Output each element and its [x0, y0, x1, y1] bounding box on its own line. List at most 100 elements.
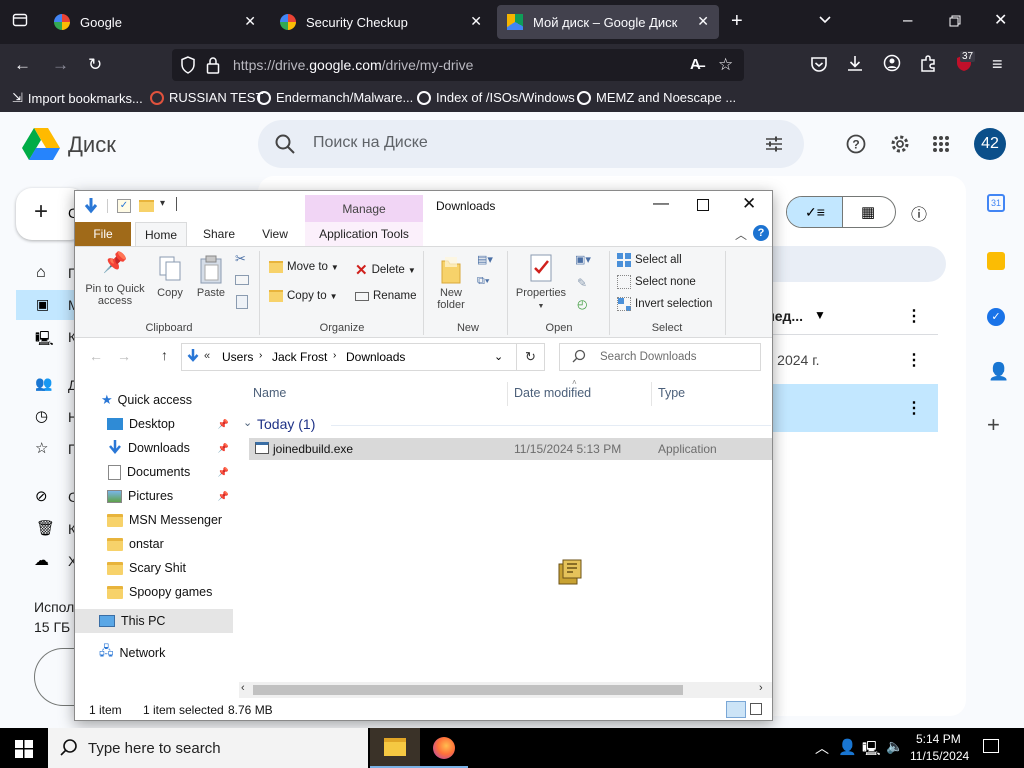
storage-cloud-icon[interactable]: ☁ [34, 551, 49, 569]
horizontal-scrollbar[interactable]: ‹ › [239, 682, 772, 698]
url-text[interactable]: https://drive.google.com/drive/my-drive [233, 57, 473, 73]
bookmark-isos[interactable]: Index of /ISOs/Windows [417, 90, 575, 105]
edit-icon[interactable]: ✎ [577, 276, 587, 290]
search-icon[interactable] [274, 133, 296, 158]
lock-icon[interactable] [206, 56, 220, 79]
delete-button[interactable]: ✕ Delete ▼ [355, 261, 416, 279]
grid-view-button[interactable]: ▦ [842, 197, 895, 227]
menu-icon[interactable]: ≡ [992, 54, 1003, 74]
breadcrumb-users[interactable]: Users [222, 350, 253, 364]
add-addon-icon[interactable]: + [987, 412, 1000, 438]
taskbar-file-explorer[interactable] [370, 728, 420, 768]
tab-home[interactable]: Home [135, 222, 187, 246]
more-options-icon[interactable]: ⋮ [906, 350, 922, 370]
pin-to-quick-access-button[interactable]: 📌 Pin to Quick access [81, 253, 149, 307]
help-icon[interactable]: ? [753, 225, 769, 241]
details-view-icon[interactable] [726, 701, 746, 718]
bookmark-endermanch[interactable]: Endermanch/Malware... [257, 90, 413, 105]
new-folder-small-icon[interactable] [139, 200, 154, 212]
rename-button[interactable]: Rename [355, 290, 416, 302]
bookmark-star-icon[interactable]: ☆ [718, 55, 733, 75]
avatar[interactable]: 42 [974, 128, 1006, 160]
tab-share[interactable]: Share [193, 222, 245, 246]
open-icon[interactable]: ▣▾ [575, 253, 591, 266]
nav-network[interactable]: 🖧 Network [75, 641, 233, 665]
new-tab-icon[interactable]: + [731, 11, 743, 31]
cut-icon[interactable]: ✂ [235, 251, 246, 267]
select-none-button[interactable]: Select none [617, 275, 696, 289]
list-all-tabs-icon[interactable] [818, 12, 832, 32]
scroll-right-icon[interactable]: › [759, 682, 763, 694]
column-separator[interactable] [651, 382, 652, 406]
pocket-icon[interactable] [810, 55, 828, 78]
nav-quick-access[interactable]: ★ Quick access [75, 388, 233, 412]
tasks-icon[interactable]: ✓ [987, 308, 1005, 326]
notifications-icon[interactable] [983, 739, 999, 753]
computers-icon[interactable]: 🖳 [35, 328, 54, 352]
info-icon[interactable]: ⓘ [911, 201, 927, 225]
help-icon[interactable]: ? [846, 134, 866, 157]
trash-icon[interactable]: 🗑 [36, 519, 55, 537]
scroll-thumb[interactable] [253, 685, 683, 695]
minimize-icon[interactable]: — [653, 195, 669, 213]
extensions-icon[interactable] [919, 54, 937, 77]
downloads-icon[interactable] [846, 54, 864, 77]
minimize-icon[interactable]: – [903, 10, 912, 30]
close-tab-icon[interactable]: ✕ [470, 13, 482, 30]
breadcrumb-sep-icon[interactable]: › [259, 350, 262, 361]
new-folder-button[interactable]: New folder [429, 255, 473, 311]
tab-my-drive[interactable]: Мой диск – Google Диск ✕ [497, 5, 719, 39]
clock-date[interactable]: 11/15/2024 [910, 749, 969, 763]
bookmark-russian-test[interactable]: RUSSIAN TEST [150, 90, 263, 105]
column-header-name[interactable]: Name [253, 386, 286, 400]
calendar-icon[interactable]: 31 [987, 194, 1005, 212]
new-item-icon[interactable]: ▤▾ [477, 253, 493, 266]
copy-to-button[interactable]: Copy to ▼ [269, 290, 338, 302]
nav-scary-shit[interactable]: Scary Shit [75, 556, 233, 580]
keep-icon[interactable] [987, 252, 1005, 270]
tab-file[interactable]: File [75, 222, 131, 246]
tray-app-icon[interactable]: 👤 [838, 738, 857, 756]
select-all-button[interactable]: Select all [617, 253, 682, 267]
apps-grid-icon[interactable] [932, 135, 950, 156]
nav-msn-messenger[interactable]: MSN Messenger [75, 508, 233, 532]
file-row[interactable]: joinedbuild.exe 11/15/2024 5:13 PM Appli… [249, 438, 772, 460]
nav-this-pc[interactable]: This PC [75, 609, 233, 633]
reload-icon[interactable]: ↻ [88, 55, 102, 75]
manage-context-tab[interactable]: Manage [305, 195, 423, 222]
shield-icon[interactable] [180, 56, 196, 79]
explorer-title-bar[interactable]: ✓ ▾ Manage Downloads — ✕ [75, 191, 772, 222]
starred-icon[interactable]: ☆ [35, 439, 48, 457]
paste-button[interactable]: Paste [193, 255, 229, 299]
close-tab-icon[interactable]: ✕ [244, 13, 256, 30]
close-window-icon[interactable]: ✕ [742, 194, 756, 214]
list-view-button[interactable]: ✓≡ [787, 197, 842, 227]
drive-scrollbar[interactable] [952, 296, 960, 706]
spam-icon[interactable]: ⊘ [35, 487, 48, 505]
forward-arrow-icon[interactable]: → [117, 348, 131, 364]
large-icons-view-icon[interactable] [750, 703, 762, 715]
more-options-icon[interactable]: ⋮ [906, 398, 922, 418]
easy-access-icon[interactable]: ⧉▾ [477, 275, 489, 288]
tab-list-icon[interactable] [12, 12, 28, 33]
nav-pictures[interactable]: Pictures 📌 [75, 484, 233, 508]
invert-selection-button[interactable]: Invert selection [617, 297, 712, 311]
bookmark-memz[interactable]: MEMZ and Noescape ... [577, 90, 736, 105]
more-options-icon[interactable]: ⋮ [906, 306, 922, 326]
paste-shortcut-icon[interactable] [236, 295, 248, 309]
network-tray-icon[interactable]: 🖳 [862, 738, 881, 762]
url-bar[interactable]: https://drive.google.com/drive/my-drive … [172, 49, 744, 81]
column-header-date[interactable]: Date modified [514, 386, 591, 400]
properties-button[interactable]: Properties ▼ [513, 253, 569, 313]
tab-view[interactable]: View [249, 222, 301, 246]
copy-path-icon[interactable] [235, 275, 249, 285]
group-collapse-icon[interactable]: ⌄ [243, 416, 252, 429]
nav-desktop[interactable]: Desktop 📌 [75, 412, 233, 436]
column-header-type[interactable]: Type [658, 386, 685, 400]
back-icon[interactable]: ← [14, 55, 31, 75]
back-arrow-icon[interactable]: ← [89, 348, 103, 364]
windows-start-icon[interactable] [15, 740, 33, 761]
view-toggle[interactable]: ✓≡ ▦ [786, 196, 896, 228]
account-icon[interactable] [883, 54, 901, 77]
move-to-button[interactable]: Move to ▼ [269, 261, 339, 273]
